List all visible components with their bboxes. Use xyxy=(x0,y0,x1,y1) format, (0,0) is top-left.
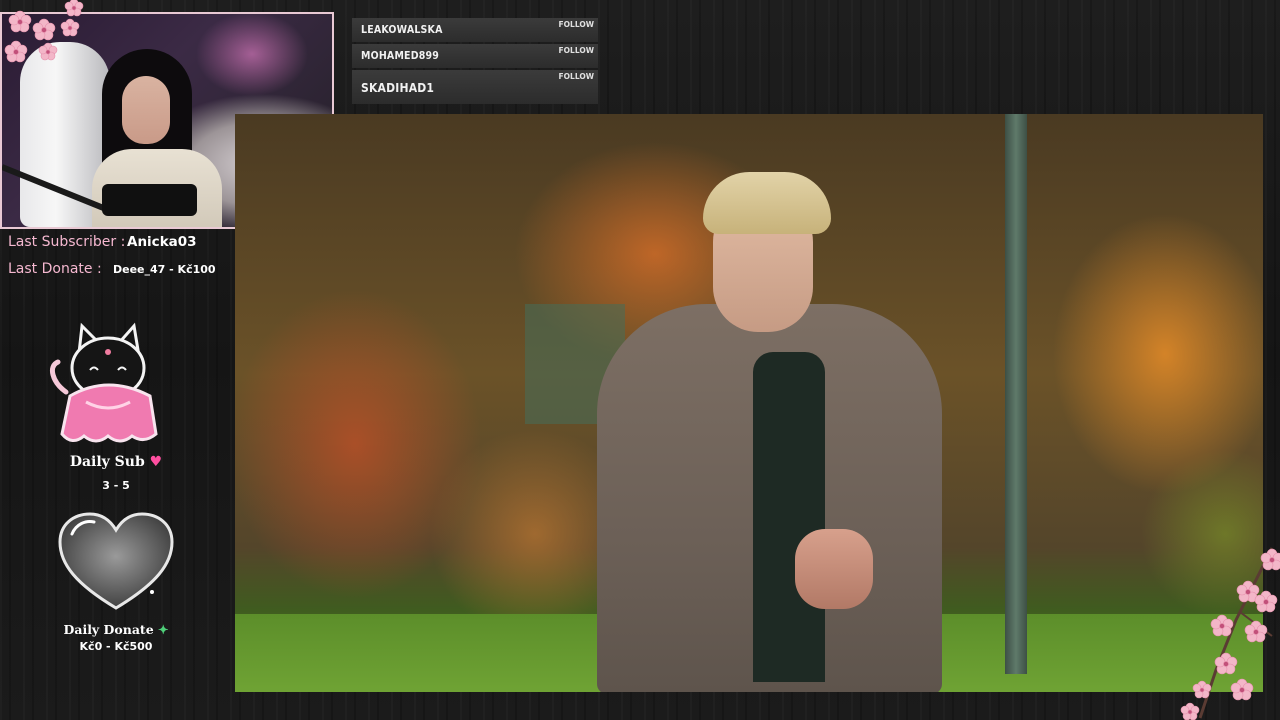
daily-donate-value: Kč0 - Kč500 xyxy=(79,640,153,653)
blossom-decoration-bottom xyxy=(1180,547,1280,720)
follower-alert: SKADIHAD1 FOLLOW xyxy=(352,70,598,104)
last-subscriber-label: Last Subscriber : xyxy=(8,234,126,250)
lamp-pole xyxy=(1005,114,1027,674)
person-hair xyxy=(703,172,831,234)
follow-tag: FOLLOW xyxy=(558,20,594,29)
follower-alert: MOHAMED899 FOLLOW xyxy=(352,44,598,68)
daily-donate-text: Daily Donate xyxy=(63,622,154,637)
streamer-face xyxy=(122,76,170,144)
heart-goal-icon xyxy=(58,512,174,610)
person-shirt xyxy=(753,352,825,682)
heart-icon: ♥ xyxy=(149,454,163,470)
daily-sub-label: Daily Sub ♥ xyxy=(0,454,232,470)
main-video xyxy=(235,114,1263,692)
last-donate-label: Last Donate : xyxy=(8,261,102,277)
follower-name: LEAKOWALSKA xyxy=(361,24,443,36)
follower-name: MOHAMED899 xyxy=(361,50,440,62)
daily-sub-value: 3 - 5 xyxy=(102,479,130,492)
last-donate-value: Deee_47 - Kč100 xyxy=(113,263,216,276)
daily-donate-label: Daily Donate ✦ xyxy=(0,622,232,637)
cat-mascot-icon xyxy=(49,322,158,443)
money-icon: ✦ xyxy=(158,622,169,637)
person-hands xyxy=(795,529,873,609)
follower-name: SKADIHAD1 xyxy=(361,81,435,95)
follow-tag: FOLLOW xyxy=(558,46,594,55)
blossom-decoration-top xyxy=(4,0,84,63)
microphone xyxy=(102,184,197,216)
follow-tag: FOLLOW xyxy=(558,72,594,81)
daily-sub-text: Daily Sub xyxy=(69,454,145,470)
follower-alert: LEAKOWALSKA FOLLOW xyxy=(352,18,598,42)
last-subscriber-value: Anicka03 xyxy=(127,234,197,250)
